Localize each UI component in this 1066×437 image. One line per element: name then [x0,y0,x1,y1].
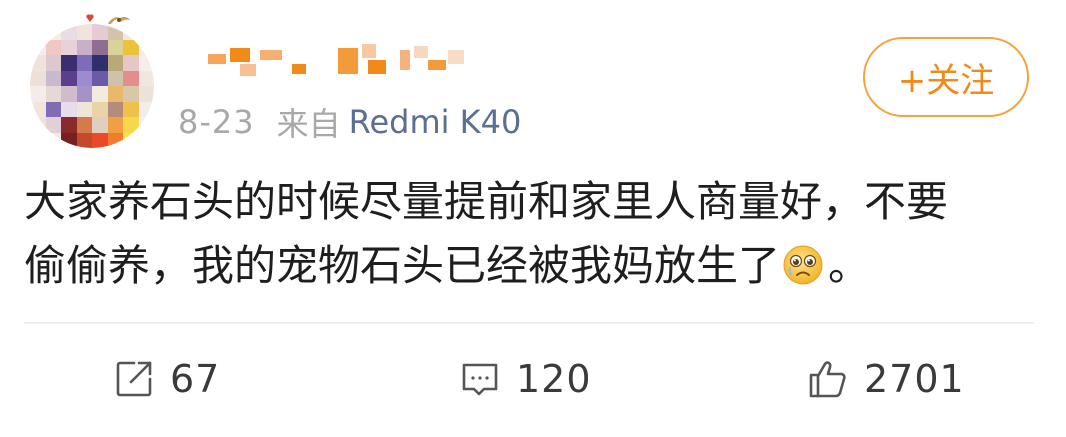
share-icon [116,361,152,397]
content-line: 偷偷养，我的宠物石头已经被我妈放生了 [24,241,781,290]
source-prefix: 来自 [276,105,341,143]
post-date: 8-23 [178,103,255,141]
content-line-last: 偷偷养，我的宠物石头已经被我妈放生了 。 [24,234,1044,298]
divider [24,322,1034,324]
follow-button-label: +关注 [897,60,995,101]
content-line: 大家养石头的时候尽量提前和家里人商量好，不要 [24,177,949,226]
repost-button[interactable]: 67 [112,344,220,414]
crying-face-emoji-icon [783,245,823,285]
weibo-post: 8-23 来自 Redmi K40 +关注 大家养石头的时候尽量提前和家里人商量… [0,0,1066,437]
post-content: 大家养石头的时候尽量提前和家里人商量好，不要 偷偷养，我的宠物石头已经被我妈放生… [24,170,1044,298]
like-count: 2701 [864,357,965,401]
action-bar: 67 120 2701 [0,344,1066,414]
avatar[interactable] [30,24,154,148]
like-button[interactable]: 2701 [806,344,965,414]
comment-count: 120 [516,357,592,401]
post-meta: 8-23 来自 Redmi K40 [178,100,521,144]
device-link[interactable]: Redmi K40 [349,103,522,141]
repost-count: 67 [170,357,221,401]
comment-button[interactable]: 120 [458,344,592,414]
avatar-decoration-icon [86,14,130,24]
thumbs-up-icon [809,361,846,398]
follow-button[interactable]: +关注 [863,37,1029,117]
comment-icon [462,363,498,396]
content-tail: 。 [828,241,871,290]
username[interactable] [200,44,470,82]
